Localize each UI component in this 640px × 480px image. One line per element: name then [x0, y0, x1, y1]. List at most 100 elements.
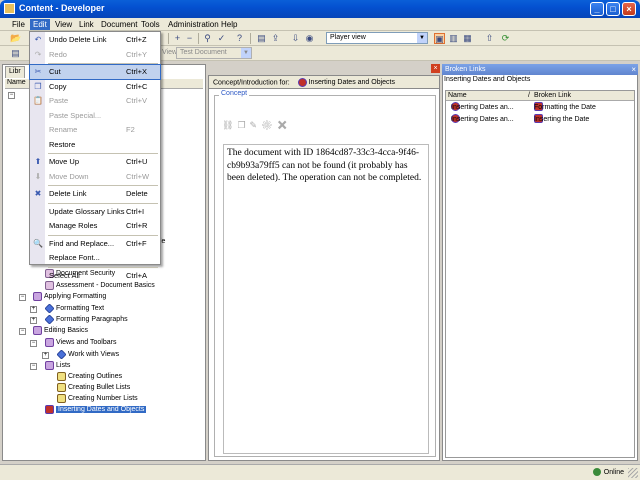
tree-item[interactable]: Creating Bullet Lists [57, 382, 130, 393]
view-combo[interactable]: Player view ▼ [326, 32, 428, 44]
menu-item-select-all[interactable]: Select All Ctrl+A [30, 269, 160, 283]
menu-view[interactable]: View [55, 20, 72, 29]
link-icon[interactable]: ⛓ [222, 120, 237, 130]
update-glossary-links-icon [33, 207, 43, 217]
menu-item-rename: Rename F2 [30, 123, 160, 137]
menu-tools[interactable]: Tools [141, 20, 160, 29]
download-icon[interactable]: ⇩ [290, 33, 301, 44]
menu-item-manage-roles[interactable]: Manage Roles Ctrl+R [30, 219, 160, 233]
tree-expand-icon[interactable]: + [30, 306, 37, 313]
menu-item-update-glossary-links[interactable]: Update Glossary Links Ctrl+I [30, 205, 160, 219]
concept-editor[interactable]: The document with ID 1864cd87-33c3-4cca-… [223, 144, 429, 454]
manage-roles-icon [33, 221, 43, 231]
close-icon[interactable]: × [631, 64, 636, 75]
refresh-icon[interactable]: ⟳ [500, 33, 511, 44]
sort-icon: / [528, 92, 530, 99]
document-icon[interactable]: ▤ [10, 48, 21, 59]
menu-item-replace-font[interactable]: Replace Font... [30, 251, 160, 265]
layout-split-icon[interactable]: ▥ [448, 33, 459, 44]
open-icon[interactable]: 📂 [10, 33, 21, 44]
module-icon [45, 360, 54, 370]
help-icon[interactable]: ? [234, 33, 245, 44]
menu-item-shortcut: Ctrl+R [126, 221, 148, 230]
tree-item[interactable]: Work with Views [56, 349, 119, 360]
menu-item-find-and-replace[interactable]: 🔍 Find and Replace... Ctrl+F [30, 237, 160, 251]
col-link-header[interactable]: Broken Link [534, 92, 571, 99]
rename-icon [33, 125, 43, 135]
layout-single-icon[interactable]: ▣ [434, 33, 445, 44]
tree-item[interactable]: Creating Outlines [57, 371, 122, 382]
module-icon [33, 325, 42, 335]
add-icon[interactable]: + [172, 33, 183, 44]
copy-icon[interactable]: ❐ [237, 120, 249, 130]
tree-item-selected[interactable]: Inserting Dates and Objects [45, 404, 147, 415]
resize-grip[interactable] [628, 468, 638, 478]
insert-icon[interactable]: ▤ [256, 33, 267, 44]
tree-item[interactable]: Creating Number Lists [57, 393, 138, 404]
topic-icon [57, 382, 66, 392]
find-icon[interactable]: ⚲ [202, 33, 213, 44]
record-icon[interactable]: ◉ [304, 33, 315, 44]
menu-item-shortcut: Ctrl+Y [126, 49, 148, 59]
paste-special-icon [33, 111, 43, 121]
menu-file[interactable]: File [12, 20, 25, 29]
section-icon [56, 349, 67, 360]
tree-collapse-icon[interactable]: − [19, 328, 26, 335]
broken-links-title: Broken Links × [442, 64, 638, 75]
menu-separator [48, 202, 158, 204]
tree-item[interactable]: Formatting Text [44, 303, 104, 314]
tree-collapse-icon[interactable]: − [19, 294, 26, 301]
tree-item[interactable]: Formatting Paragraphs [44, 314, 128, 325]
menu-item-copy[interactable]: ❐ Copy Ctrl+C [30, 80, 160, 94]
menu-administration[interactable]: Administration [168, 20, 219, 29]
minimize-button[interactable]: _ [590, 2, 604, 16]
menu-item-delete-link[interactable]: ✖ Delete Link Delete [30, 187, 160, 201]
publish-icon[interactable]: ⇪ [270, 33, 281, 44]
document-combo[interactable]: Test Document ▼ [176, 47, 252, 59]
menu-item-move-up[interactable]: ⬆ Move Up Ctrl+U [30, 155, 160, 169]
close-pane-icon[interactable]: × [431, 64, 440, 73]
remove-icon[interactable]: ✖ [277, 120, 292, 130]
status-bar: Online [0, 464, 640, 480]
tree-expand-icon[interactable]: + [30, 317, 37, 324]
spell-icon[interactable]: ✓ [216, 33, 227, 44]
menu-item-redo: ↷ Redo Ctrl+Y [30, 48, 160, 62]
col-name-header[interactable]: Name [448, 92, 467, 99]
table-header: Name / Broken Link [446, 91, 634, 101]
menu-document[interactable]: Document [101, 20, 137, 29]
tree-expand-icon[interactable]: + [42, 352, 49, 359]
tree-item[interactable]: Editing Basics [33, 325, 88, 336]
edit-icon[interactable]: ✎ [250, 120, 262, 130]
menu-item-restore[interactable]: Restore [30, 138, 160, 152]
menu-item-label: Update Glossary Links [49, 206, 125, 216]
menu-link[interactable]: Link [79, 20, 94, 29]
cut-icon: ✂ [34, 67, 42, 76]
menu-edit[interactable]: Edit [30, 19, 50, 30]
tree-item[interactable]: Lists [45, 360, 70, 371]
remove-icon[interactable]: − [184, 33, 195, 44]
settings-icon[interactable]: ⚙ [261, 120, 276, 130]
broken-links-table: Name / Broken Link Inserting Dates an...… [445, 90, 635, 458]
tree-item[interactable]: Views and Toolbars [45, 337, 116, 348]
menu-item-shortcut: Ctrl+F [126, 238, 147, 248]
menu-item-cut[interactable]: ✂ Cut Ctrl+X [29, 64, 161, 80]
table-row[interactable]: Inserting Dates an... Inserting the Date [446, 114, 634, 125]
layout-grid-icon[interactable]: ▦ [462, 33, 473, 44]
tree-collapse-icon[interactable]: − [30, 340, 37, 347]
menu-item-label: Copy [49, 81, 67, 91]
maximize-button[interactable]: □ [606, 2, 620, 16]
close-button[interactable]: × [622, 2, 636, 16]
tree-collapse-icon[interactable]: − [30, 363, 37, 370]
menu-item-label: Paste [49, 96, 69, 105]
menu-help[interactable]: Help [221, 20, 237, 29]
library-tab[interactable]: Libr [5, 66, 25, 78]
menu-separator [48, 185, 158, 186]
concept-label: Concept [219, 90, 250, 97]
menu-item-shortcut: Delete [126, 189, 148, 198]
menu-item-undo-delete-link[interactable]: ↶ Undo Delete Link Ctrl+Z [30, 33, 160, 47]
table-row[interactable]: Inserting Dates an... Formatting the Dat… [446, 102, 634, 113]
menu-item-shortcut: Ctrl+A [126, 270, 148, 280]
tree-collapse-icon[interactable]: − [8, 92, 15, 99]
export-icon[interactable]: ⇧ [484, 33, 495, 44]
tree-item[interactable]: Applying Formatting [33, 291, 106, 302]
